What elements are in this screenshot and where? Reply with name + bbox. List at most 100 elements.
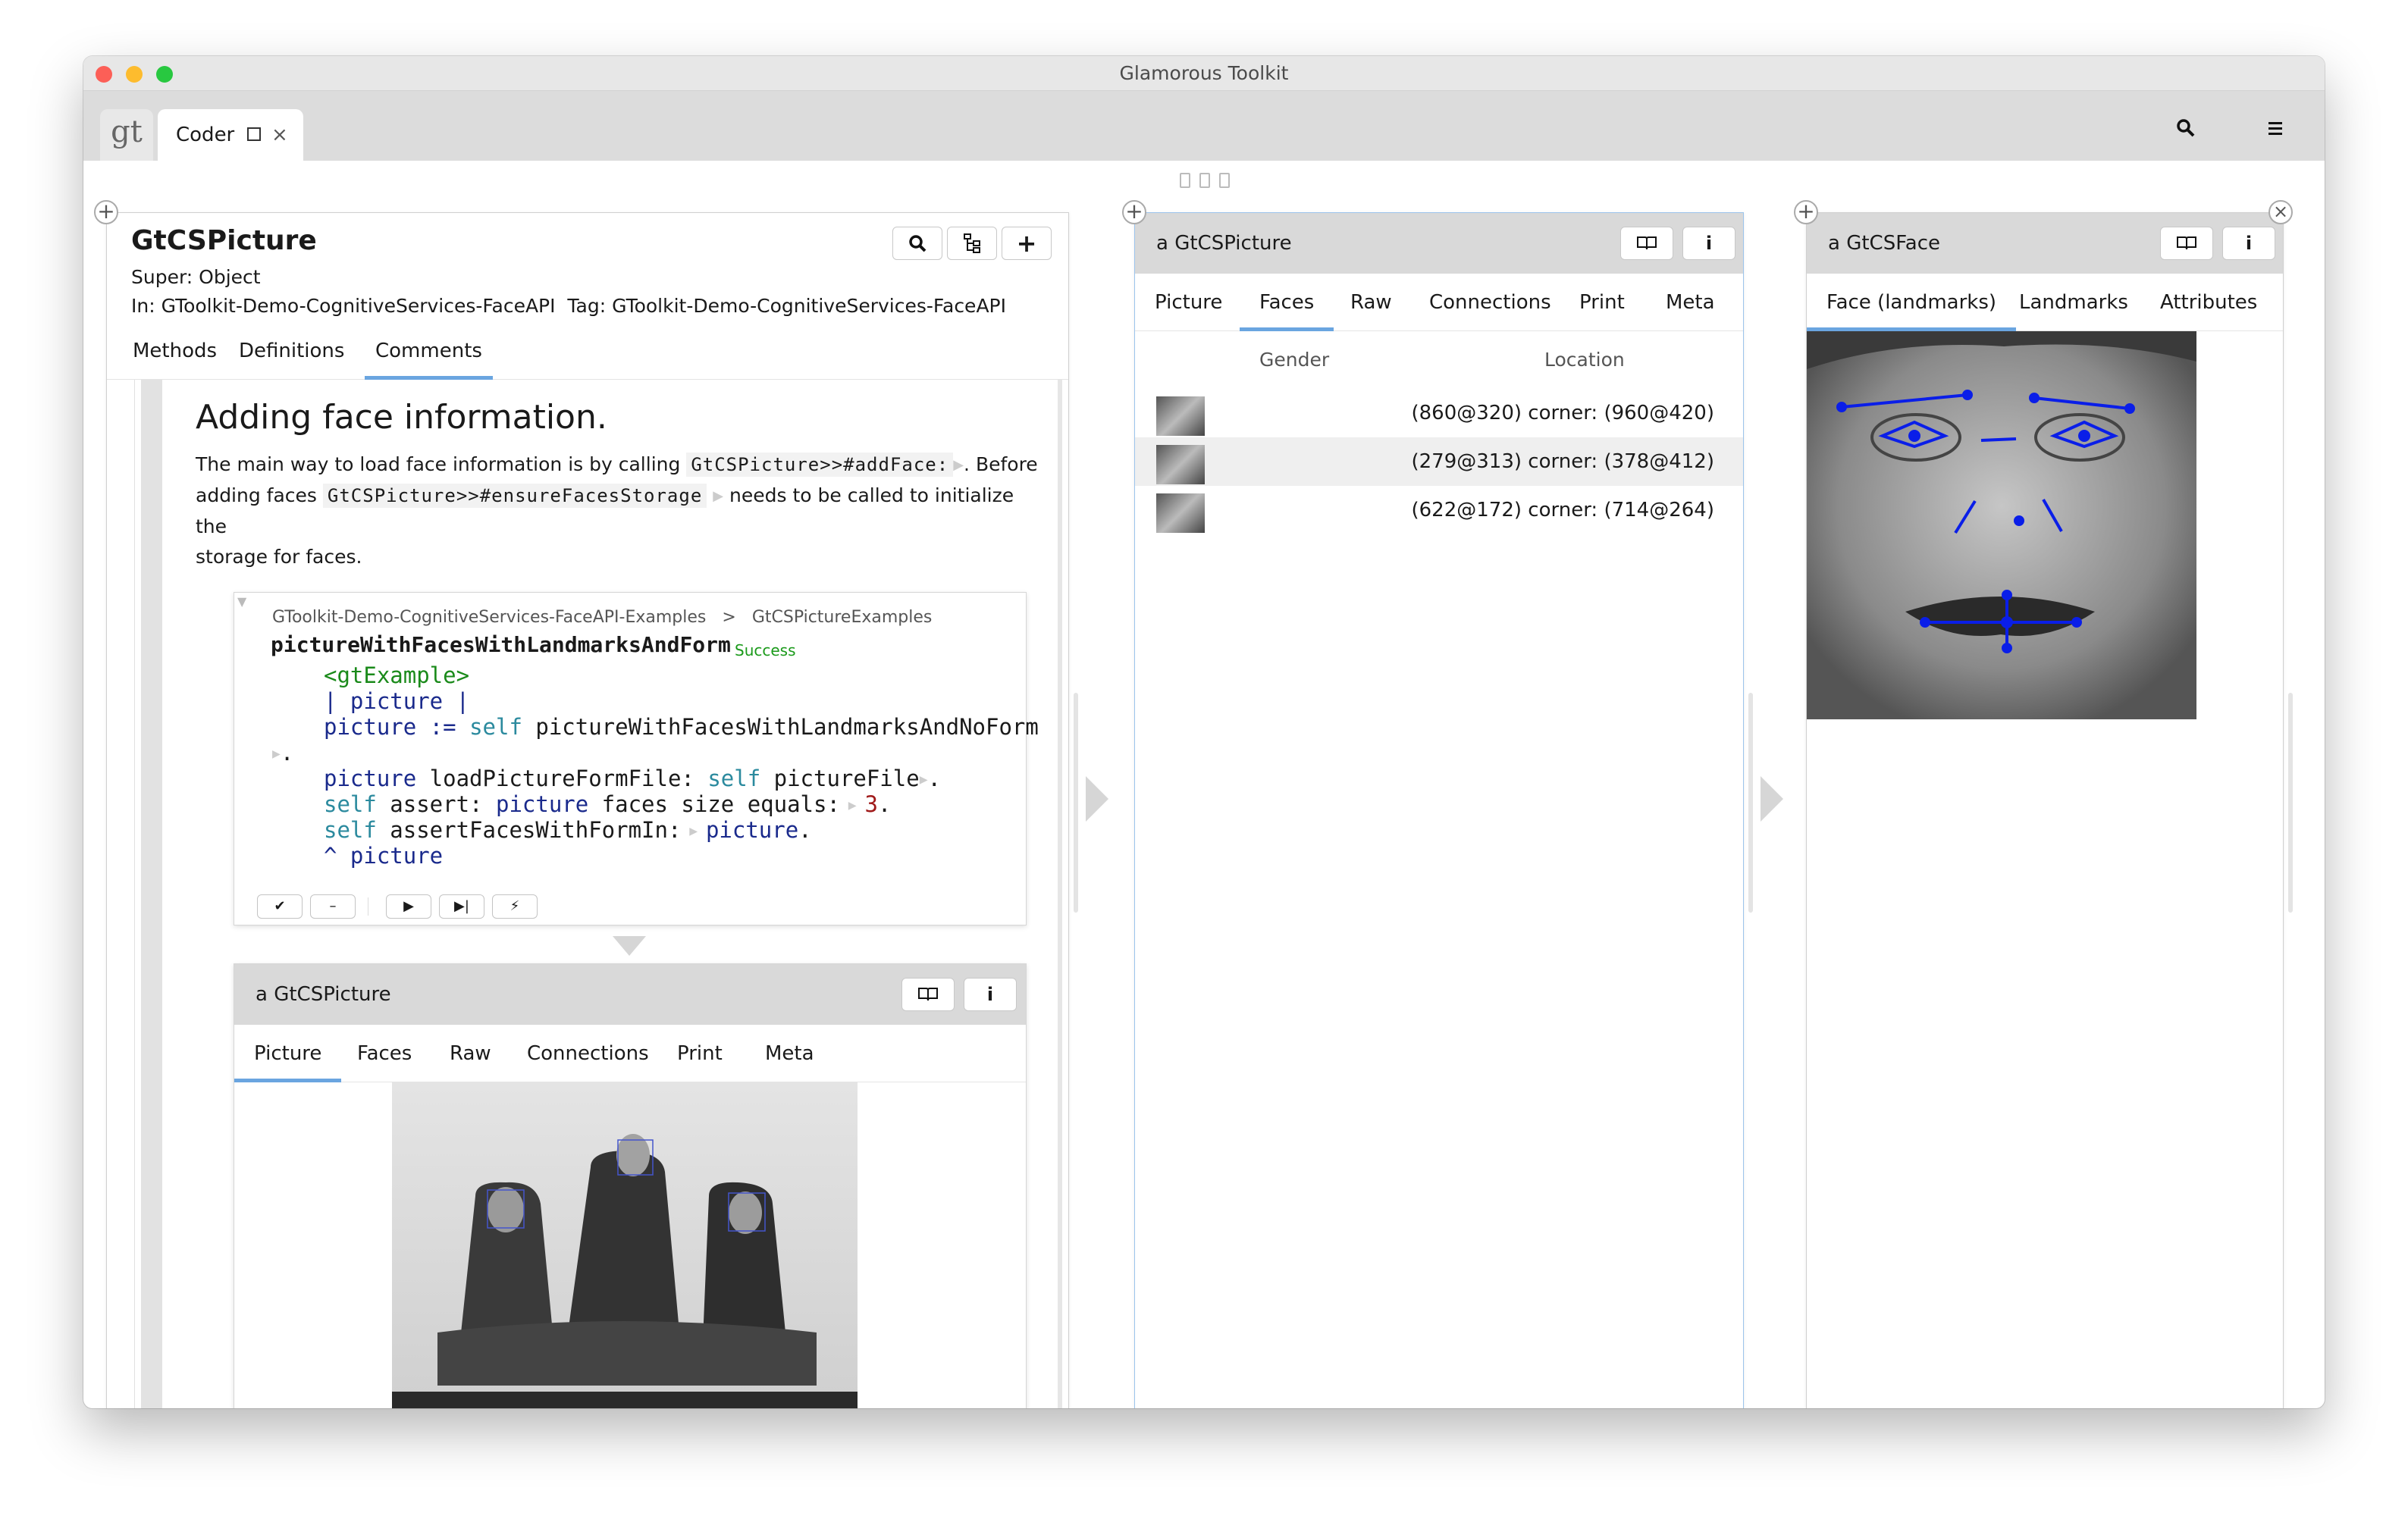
- app-window: Glamorous Toolkit gt Coder × GtCSPicture…: [83, 56, 2325, 1408]
- comment-line1: The main way to load face information is…: [196, 453, 681, 475]
- pane-splitter[interactable]: [1074, 693, 1078, 913]
- close-tab-icon[interactable]: ×: [271, 109, 288, 161]
- code-line[interactable]: picture := self pictureWithFacesWithLand…: [324, 714, 1039, 740]
- tab-raw[interactable]: Raw: [1350, 274, 1392, 331]
- tab-picture[interactable]: Picture: [234, 1025, 342, 1082]
- code-line[interactable]: ▶.: [272, 740, 293, 767]
- plus-icon: +: [1016, 229, 1037, 258]
- group-photo: [392, 1082, 858, 1408]
- column-header-gender: Gender: [1259, 349, 1330, 371]
- code-token: :=: [416, 714, 470, 740]
- code-line[interactable]: <gtExample>: [324, 662, 469, 688]
- code-token: .: [798, 817, 812, 843]
- pane-indicator-3[interactable]: [1219, 173, 1230, 188]
- face-thumbnail: [1156, 493, 1205, 533]
- code-line[interactable]: ^ picture: [324, 843, 443, 869]
- menu-icon[interactable]: [2267, 120, 2284, 136]
- table-row[interactable]: (860@320) corner: (960@420): [1135, 389, 1743, 437]
- breadcrumb-class[interactable]: GtCSPictureExamples: [752, 608, 933, 627]
- gt-logo[interactable]: gt: [100, 109, 153, 161]
- zoom-window-button[interactable]: [156, 66, 173, 83]
- tab-coder[interactable]: Coder ×: [158, 109, 303, 161]
- book-button[interactable]: [1620, 227, 1673, 260]
- add-pane-button[interactable]: +: [1122, 200, 1146, 224]
- tab-connections[interactable]: Connections: [527, 1025, 649, 1082]
- tab-faces[interactable]: Faces: [357, 1025, 412, 1082]
- coder-tabs: Methods Definitions Comments: [107, 322, 1068, 380]
- tab-faces[interactable]: Faces: [1240, 274, 1334, 331]
- book-button[interactable]: [901, 978, 955, 1011]
- tab-methods[interactable]: Methods: [133, 322, 217, 380]
- code-token: picture: [705, 817, 799, 843]
- code-line[interactable]: picture loadPictureFormFile: self pictur…: [324, 766, 941, 793]
- code-token: |: [324, 688, 350, 714]
- code-line[interactable]: self assert: picture faces size equals: …: [324, 791, 891, 819]
- hierarchy-button[interactable]: [947, 227, 997, 260]
- expand-triangle-icon[interactable]: ▶: [713, 488, 723, 504]
- code-token: pictureWithFacesWithLandmarksAndNoForm: [522, 714, 1039, 740]
- search-icon[interactable]: [2176, 118, 2196, 138]
- tab-raw[interactable]: Raw: [450, 1025, 491, 1082]
- info-button[interactable]: i: [1682, 227, 1735, 260]
- tab-picture[interactable]: Picture: [1155, 274, 1222, 331]
- add-pane-button[interactable]: +: [94, 200, 118, 224]
- tab-meta[interactable]: Meta: [1666, 274, 1715, 331]
- breadcrumb-package[interactable]: GToolkit-Demo-CognitiveServices-FaceAPI-…: [272, 608, 706, 627]
- table-row[interactable]: (279@313) corner: (378@412): [1135, 437, 1743, 486]
- tab-landmarks[interactable]: Landmarks: [2019, 274, 2128, 331]
- run-button[interactable]: ▶: [386, 894, 431, 919]
- info-button[interactable]: i: [2222, 227, 2275, 260]
- code-token: <gtExample>: [324, 662, 470, 688]
- info-button[interactable]: i: [964, 978, 1017, 1011]
- debug-button[interactable]: ⚡: [492, 894, 538, 919]
- maximize-tab-icon[interactable]: [247, 127, 261, 141]
- expand-triangle-icon[interactable]: ▶: [840, 797, 865, 813]
- expand-triangle-icon[interactable]: ▶: [681, 823, 706, 839]
- run-inspect-button[interactable]: ▶|: [439, 894, 484, 919]
- book-button[interactable]: [2160, 227, 2213, 260]
- tab-face-landmarks[interactable]: Face (landmarks): [1807, 274, 2017, 331]
- scrollbar[interactable]: [1058, 380, 1062, 1408]
- code-token: assertFacesWithFormIn:: [376, 817, 682, 843]
- code-token: .: [927, 766, 941, 791]
- code-token: self: [707, 766, 761, 791]
- tab-meta[interactable]: Meta: [765, 1025, 814, 1082]
- code-reference-ensurefacesstorage[interactable]: GtCSPicture>>#ensureFacesStorage: [322, 484, 707, 508]
- code-line[interactable]: self assertFacesWithFormIn: ▶ picture.: [324, 817, 812, 844]
- pane-splitter[interactable]: [1748, 693, 1753, 913]
- pane-splitter[interactable]: [2288, 693, 2293, 913]
- inspector-tabs: Picture Faces Raw Connections Print Meta: [234, 1025, 1026, 1082]
- table-row[interactable]: (622@172) corner: (714@264): [1135, 486, 1743, 534]
- code-reference-addface[interactable]: GtCSPicture>>#addFace:: [686, 453, 954, 477]
- minimize-window-button[interactable]: [126, 66, 143, 83]
- comment-area: Adding face information. The main way to…: [134, 380, 1062, 1408]
- pane-indicator-1[interactable]: [1180, 173, 1190, 188]
- collapse-triangle-icon[interactable]: ▼: [237, 594, 246, 609]
- tab-attributes[interactable]: Attributes: [2160, 274, 2257, 331]
- code-token: loadPictureFormFile:: [416, 766, 708, 791]
- example-code-block: ▼ GToolkit-Demo-CognitiveServices-FaceAP…: [234, 592, 1039, 925]
- tab-print[interactable]: Print: [677, 1025, 723, 1082]
- tab-comments[interactable]: Comments: [365, 322, 493, 380]
- add-button[interactable]: +: [1002, 227, 1052, 260]
- tab-connections[interactable]: Connections: [1429, 274, 1551, 331]
- code-token: picture: [350, 688, 444, 714]
- code-token: .: [280, 740, 294, 766]
- expand-triangle-icon[interactable]: ▶: [953, 457, 964, 473]
- expand-triangle-icon[interactable]: ▶: [920, 772, 928, 788]
- discard-button[interactable]: –: [310, 894, 356, 919]
- faces-tabs: Picture Faces Raw Connections Print Meta: [1135, 274, 1743, 331]
- close-pane-button[interactable]: ×: [2268, 200, 2293, 224]
- code-line[interactable]: | picture |: [324, 688, 469, 714]
- tab-print[interactable]: Print: [1579, 274, 1625, 331]
- search-button[interactable]: [892, 227, 942, 260]
- pane-indicator-2[interactable]: [1199, 173, 1210, 188]
- tab-definitions[interactable]: Definitions: [239, 322, 344, 380]
- close-window-button[interactable]: [96, 66, 112, 83]
- code-token: self: [324, 817, 377, 843]
- code-token: self: [469, 714, 522, 740]
- expand-triangle-icon[interactable]: ▶: [272, 746, 281, 762]
- accept-button[interactable]: ✔: [257, 894, 303, 919]
- add-pane-button[interactable]: +: [1794, 200, 1818, 224]
- superclass-label: Super: Object: [131, 266, 261, 288]
